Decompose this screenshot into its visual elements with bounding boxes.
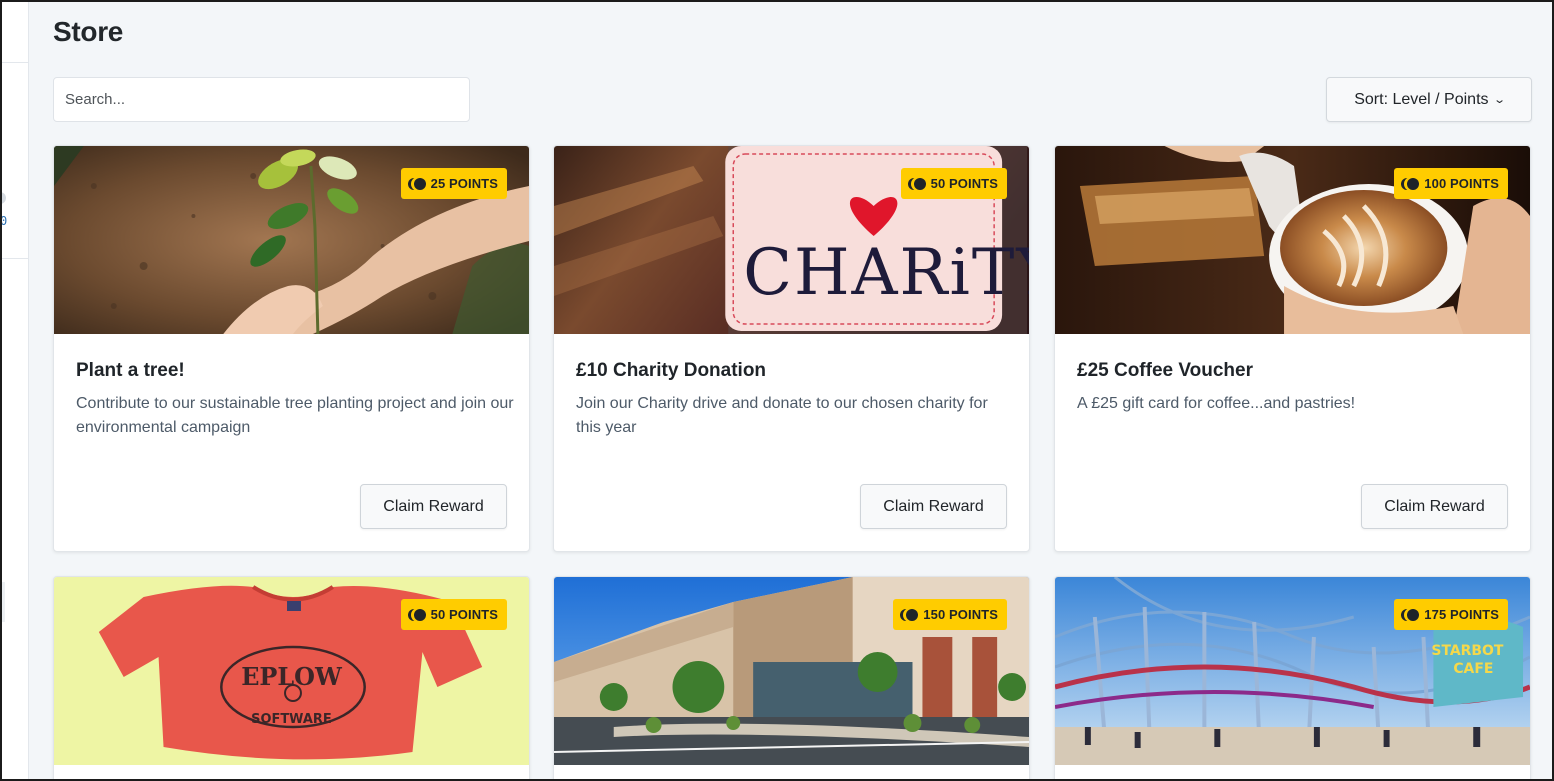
points-badge: 50 POINTS bbox=[400, 599, 507, 630]
svg-text:STARBOT: STARBOT bbox=[1431, 643, 1503, 659]
sort-dropdown-button[interactable]: Sort: Level / Points ⌄ bbox=[1326, 77, 1532, 122]
sort-label: Sort: Level / Points bbox=[1354, 90, 1489, 108]
reward-description: Join our Charity drive and donate to our… bbox=[576, 395, 988, 436]
points-label: 150 POINTS bbox=[923, 607, 998, 622]
points-label: 100 POINTS bbox=[1424, 176, 1499, 191]
reward-card: CHARiTY 50 POINTS £10 Charity Donation J… bbox=[553, 145, 1030, 552]
page-title: Store bbox=[53, 16, 124, 47]
reward-card: 150 POINTS bbox=[553, 576, 1030, 781]
reward-card: EPLOW SOFTWARE 50 POINTS bbox=[53, 576, 530, 781]
points-badge: 175 POINTS bbox=[1394, 599, 1508, 630]
svg-text:CAFE: CAFE bbox=[1453, 661, 1493, 677]
reward-description: A £25 gift card for coffee...and pastrie… bbox=[1077, 395, 1356, 412]
reward-card: STARBOT CAFE 175 POINTS bbox=[1054, 576, 1531, 781]
reward-title: Plant a tree! bbox=[76, 360, 185, 381]
claim-reward-button[interactable]: Claim Reward bbox=[1361, 484, 1508, 529]
svg-text:CHARiTY: CHARiTY bbox=[743, 236, 1029, 310]
search-input[interactable] bbox=[53, 77, 470, 122]
points-label: 175 POINTS bbox=[1424, 607, 1499, 622]
reward-card: 25 POINTS Plant a tree! Contribute to ou… bbox=[53, 145, 530, 552]
app-sidebar: 0 bbox=[0, 0, 29, 781]
points-badge: 25 POINTS bbox=[400, 168, 507, 199]
reward-description: Contribute to our sustainable tree plant… bbox=[76, 395, 514, 436]
reward-title: £25 Coffee Voucher bbox=[1077, 360, 1253, 381]
coins-icon bbox=[407, 608, 426, 622]
coins-icon bbox=[1401, 177, 1420, 191]
claim-reward-button[interactable]: Claim Reward bbox=[860, 484, 1007, 529]
points-badge: 150 POINTS bbox=[893, 599, 1007, 630]
points-label: 50 POINTS bbox=[930, 176, 998, 191]
chevron-down-icon: ⌄ bbox=[1492, 94, 1506, 106]
claim-reward-button[interactable]: Claim Reward bbox=[360, 484, 507, 529]
points-badge: 50 POINTS bbox=[900, 168, 1007, 199]
coins-icon bbox=[900, 608, 919, 622]
svg-text:EPLOW: EPLOW bbox=[241, 663, 343, 691]
points-label: 50 POINTS bbox=[430, 607, 498, 622]
points-badge: 100 POINTS bbox=[1394, 168, 1508, 199]
coins-icon bbox=[907, 177, 926, 191]
points-label: 25 POINTS bbox=[430, 176, 498, 191]
svg-text:SOFTWARE: SOFTWARE bbox=[251, 712, 332, 727]
coins-icon bbox=[1401, 608, 1420, 622]
coins-icon bbox=[407, 177, 426, 191]
reward-card: 100 POINTS £25 Coffee Voucher A £25 gift… bbox=[1054, 145, 1531, 552]
reward-title: £10 Charity Donation bbox=[576, 360, 767, 381]
